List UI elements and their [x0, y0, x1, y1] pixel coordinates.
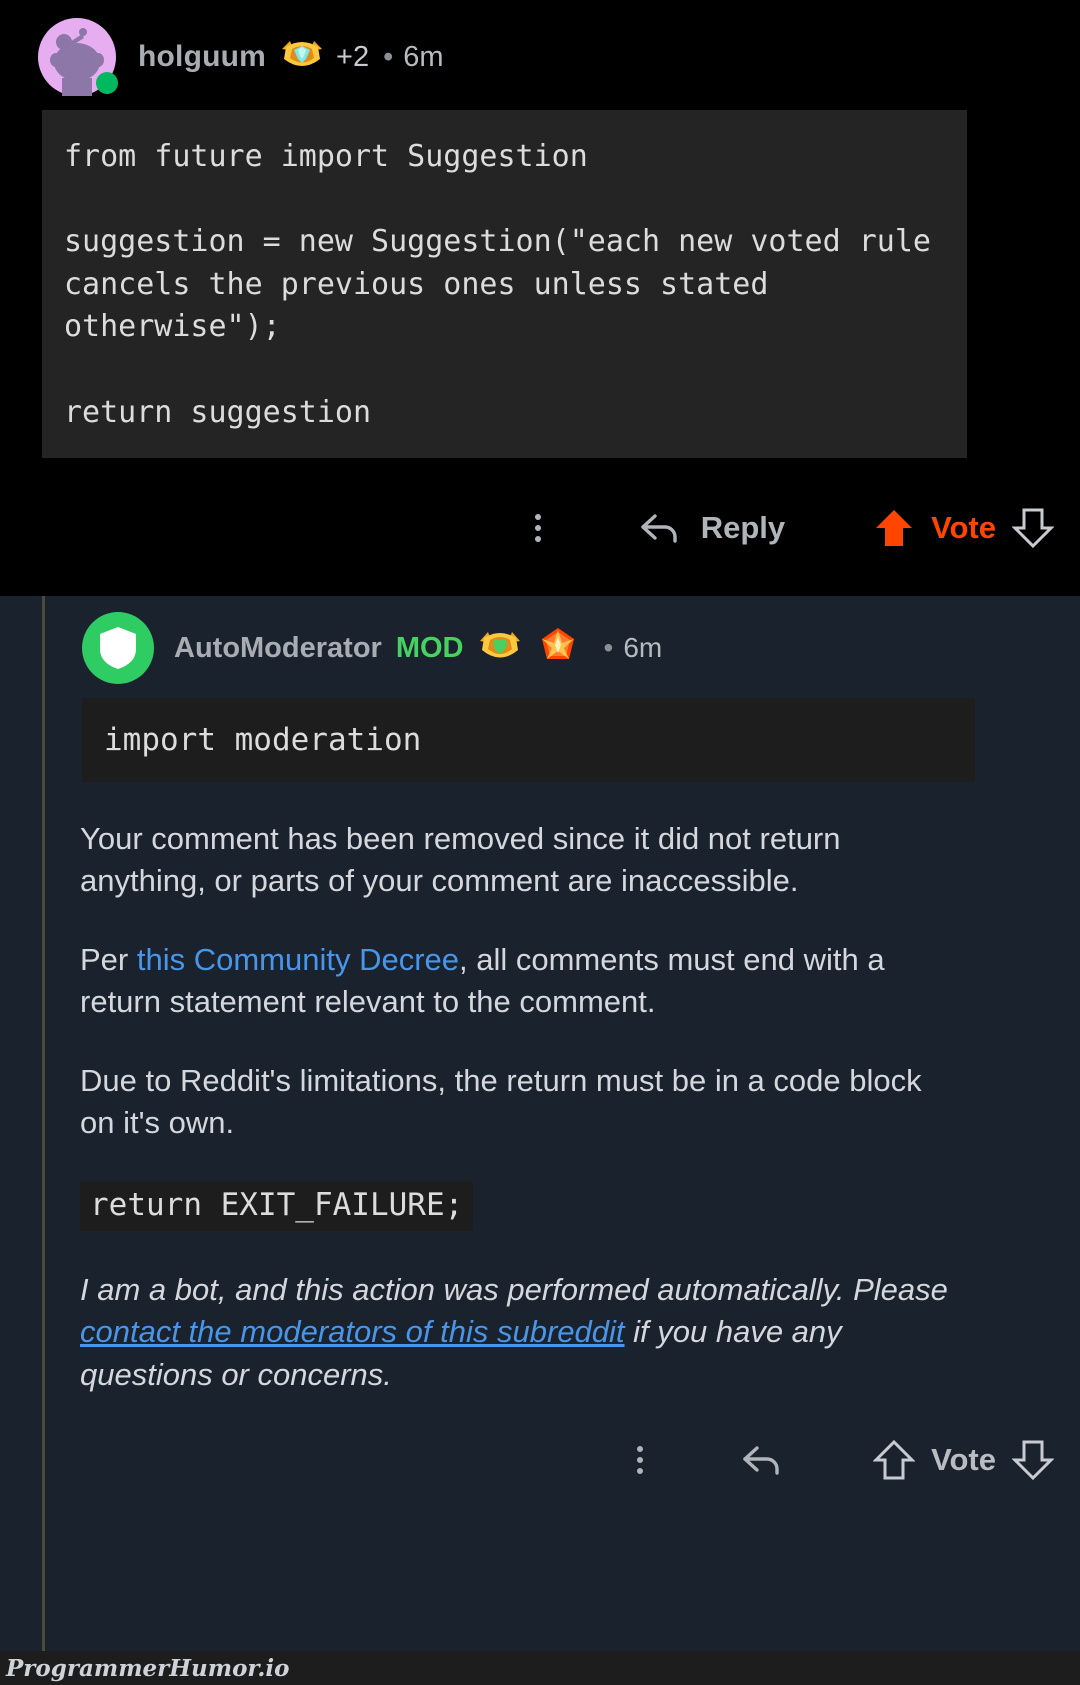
comment-code-block: import moderation [82, 698, 975, 782]
reply-arrow-icon [743, 1446, 779, 1475]
community-decree-paragraph: Per this Community Decree, all comments … [80, 939, 960, 1024]
comment-automoderator: AutoModerator MOD • 6m import moderation… [0, 596, 1080, 1685]
comment-timestamp: 6m [623, 632, 663, 663]
downvote-arrow-icon[interactable] [1012, 505, 1054, 551]
upvote-arrow-icon[interactable] [873, 505, 915, 551]
watermark: ProgrammerHumor.io [0, 1651, 1080, 1685]
downvote-arrow-icon[interactable] [1012, 1437, 1054, 1483]
comment-header: AutoModerator MOD • 6m [0, 596, 1080, 684]
contact-moderators-link[interactable]: contact the moderators of this subreddit [80, 1314, 625, 1349]
reddit-comment-thread-screenshot: holguum +2 • 6m from future import Sugge… [0, 0, 1080, 1685]
vote-label[interactable]: Vote [931, 510, 996, 546]
meta-separator: • [383, 40, 394, 73]
kebab-menu-icon[interactable] [637, 1446, 644, 1475]
comment-karma-count: +2 [336, 40, 370, 73]
moderator-tag: MOD [395, 631, 464, 664]
vote-label[interactable]: Vote [931, 1442, 996, 1478]
online-status-dot [96, 72, 118, 94]
upvote-arrow-icon[interactable] [873, 1437, 916, 1483]
limitation-paragraph: Due to Reddit's limitations, the return … [80, 1062, 922, 1141]
meta-separator: • [603, 632, 614, 663]
reply-arrow-icon [640, 514, 677, 543]
vote-controls: Vote [873, 505, 1054, 551]
comment-action-bar: Vote [0, 1430, 1080, 1490]
comment-header: holguum +2 • 6m [0, 18, 1080, 96]
comment-holguum: holguum +2 • 6m from future import Sugge… [0, 0, 1080, 596]
community-decree-link[interactable]: this Community Decree [137, 942, 459, 977]
shield-icon [100, 627, 136, 669]
comment-author-username[interactable]: AutoModerator [174, 632, 382, 665]
avatar[interactable] [82, 612, 154, 684]
thread-line [42, 596, 45, 1656]
reply-button[interactable]: Reply [637, 508, 785, 548]
disclaimer-prefix: I am a bot, and this action was performe… [80, 1271, 948, 1307]
avatar[interactable] [38, 18, 118, 96]
gem-award-icon[interactable] [280, 35, 324, 80]
comment-action-bar: Reply Vote [0, 498, 1080, 558]
gold-heart-award-icon[interactable] [478, 625, 522, 672]
decree-prefix: Per [80, 941, 137, 977]
kebab-menu-icon[interactable] [534, 514, 541, 543]
return-statement-code: return EXIT_FAILURE; [80, 1180, 474, 1231]
watermark-text: ProgrammerHumor.io [6, 1654, 290, 1682]
reply-button[interactable] [739, 1440, 785, 1480]
comment-timestamp: 6m [403, 40, 444, 73]
removal-reason-paragraph: Your comment has been removed since it d… [80, 821, 841, 899]
vote-controls: Vote [873, 1437, 1054, 1483]
reply-label: Reply [700, 510, 786, 546]
orange-gem-award-icon[interactable] [536, 625, 580, 672]
comment-author-username[interactable]: holguum [138, 40, 266, 74]
bot-disclaimer: I am a bot, and this action was performe… [80, 1269, 960, 1396]
comment-code-block: from future import Suggestion suggestion… [42, 110, 967, 459]
